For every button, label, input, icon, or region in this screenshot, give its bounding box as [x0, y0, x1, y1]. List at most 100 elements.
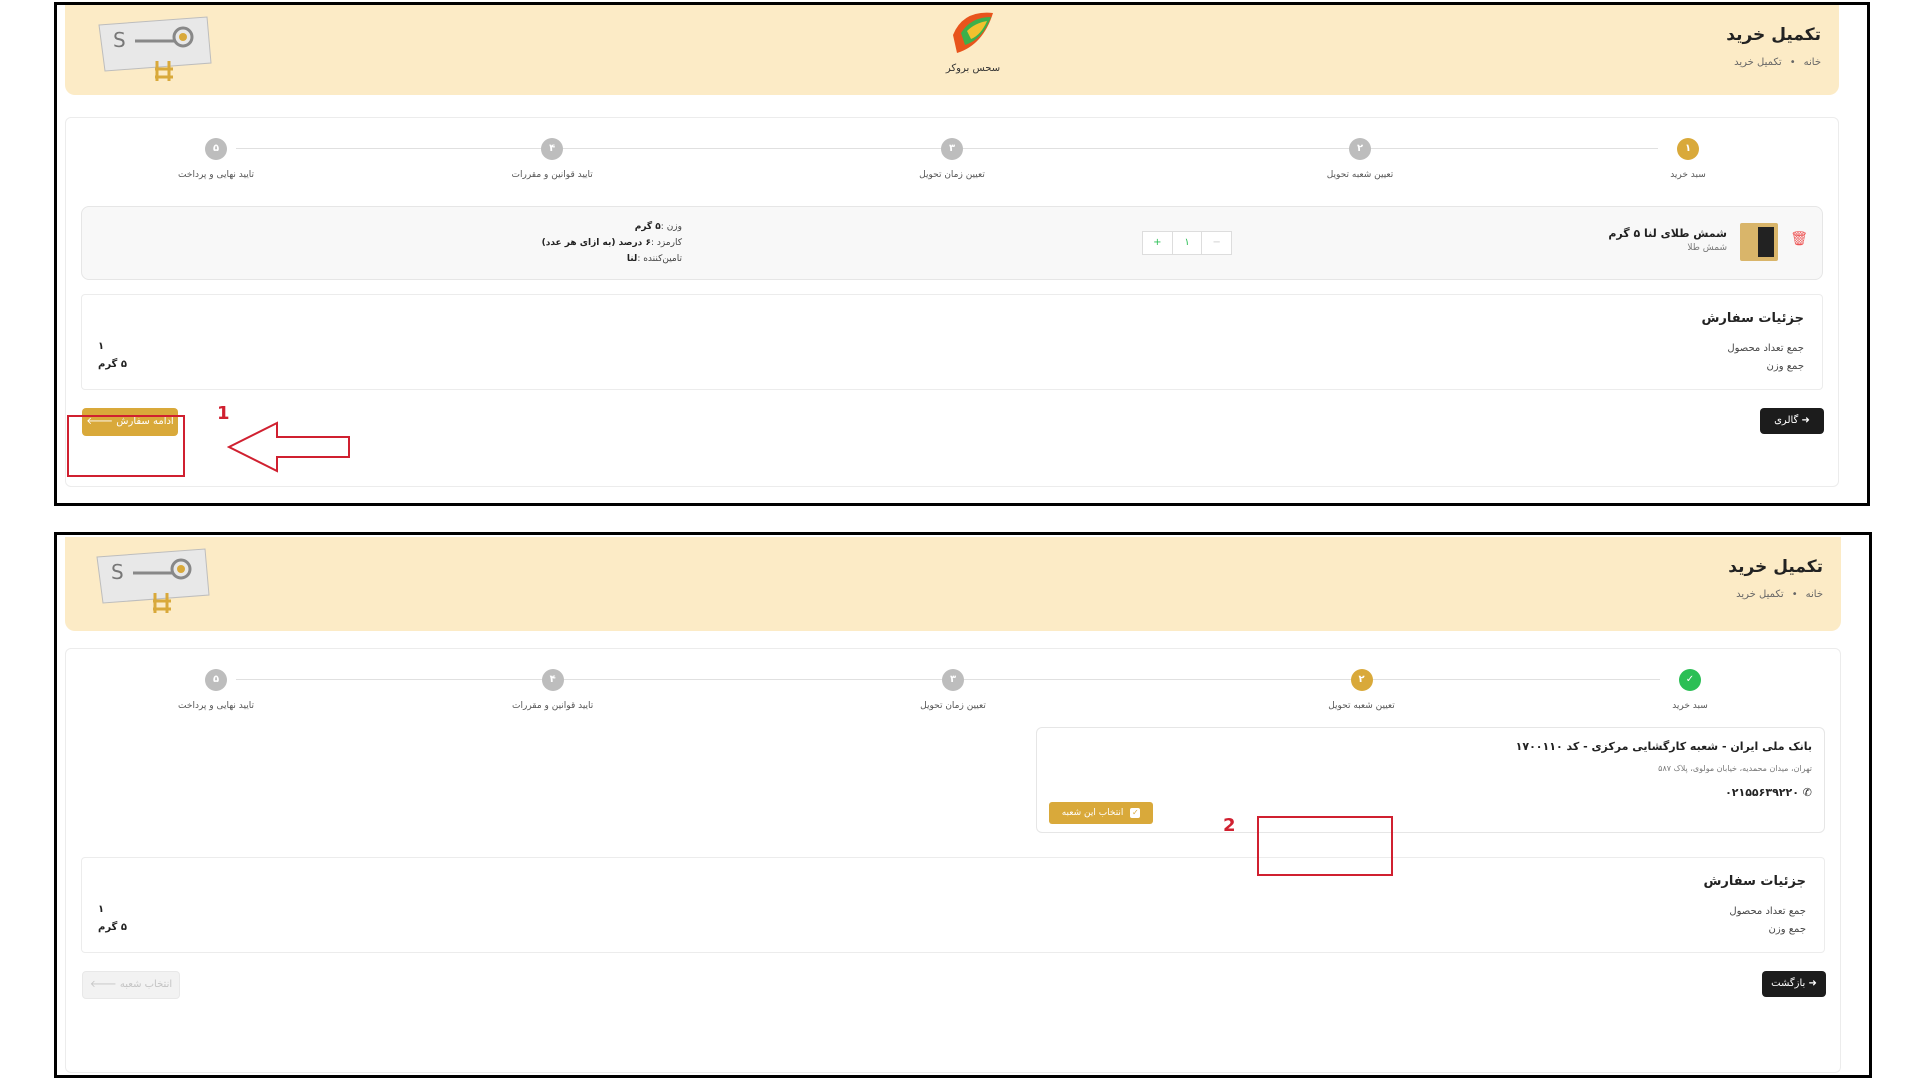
- arrow-left-icon: 🡐: [89, 979, 117, 990]
- plus-button[interactable]: +: [1143, 232, 1172, 254]
- step-label: تعیین شعبه تحویل: [1328, 701, 1395, 711]
- page-title: تکمیل خرید: [1726, 25, 1821, 45]
- step-cart: ۱ سبد خرید: [1628, 138, 1748, 180]
- total-count-label: جمع تعداد محصول: [1727, 343, 1804, 354]
- select-branch-label: انتخاب این شعبه: [1061, 808, 1124, 818]
- total-count-value: ۱: [98, 341, 105, 352]
- branch-address: تهران، میدان محمدیه، خیابان مولوی، پلاک …: [1658, 764, 1812, 773]
- arrow-right-icon: ➜: [1801, 415, 1810, 426]
- quantity-stepper[interactable]: + ۱ −: [1142, 231, 1232, 255]
- product-image: [1740, 223, 1778, 261]
- check-icon: ✓: [1679, 669, 1701, 691]
- darik-logo: S: [96, 548, 210, 613]
- svg-text:S: S: [111, 560, 124, 584]
- weight-label: وزن :: [660, 222, 682, 232]
- step-number: ۴: [541, 669, 564, 691]
- back-button[interactable]: ➜ بازگشت: [1762, 971, 1826, 997]
- cart-item: 🗑 شمش طلای لنا ۵ گرم شمش طلا + ۱ − وزن :…: [81, 206, 1823, 280]
- checkout-stepper: ۱ سبد خرید ۲ تعیین شعبه تحویل ۳ تعیین زم…: [136, 138, 1768, 198]
- back-button-label: بازگشت: [1771, 978, 1806, 989]
- breadcrumb-home[interactable]: خانه: [1804, 57, 1821, 68]
- select-branch-next-label: انتخاب شعبه: [119, 979, 173, 990]
- step-number: ۳: [941, 138, 963, 160]
- step-time: ۳ تعیین زمان تحویل: [892, 138, 1012, 180]
- step-number: ۲: [1350, 669, 1373, 691]
- checkout-card: ✓ سبد خرید ۲ تعیین شعبه تحویل ۳ تعیین زم…: [65, 648, 1841, 1073]
- step-rules: ۴ تایید قوانین و مقررات: [493, 669, 613, 711]
- step-label: تایید نهایی و پرداخت: [178, 701, 254, 711]
- weight-value: ۵ گرم: [634, 222, 661, 232]
- select-branch-button[interactable]: ✓ انتخاب این شعبه: [1049, 802, 1153, 824]
- step-payment: ۵ تایید نهایی و پرداخت: [156, 669, 276, 711]
- breadcrumb: خانه•تکمیل خرید: [1736, 589, 1823, 600]
- product-name: شمش طلای لنا ۵ گرم: [1608, 227, 1727, 240]
- step-number: ۱: [1677, 138, 1699, 160]
- step-number: ۲: [1349, 138, 1371, 160]
- darik-logo: S: [98, 16, 212, 81]
- fee-label: کارمزد :: [650, 238, 682, 248]
- branch-phone-number: ۰۲۱۵۵۶۳۹۲۲۰: [1725, 786, 1799, 799]
- product-category: شمش طلا: [1687, 243, 1727, 253]
- annotation-number: 2: [1223, 815, 1236, 836]
- total-weight-label: جمع وزن: [1768, 924, 1806, 935]
- step-label: تعیین زمان تحویل: [919, 170, 985, 180]
- screenshot-branch-step: S تکمیل خرید خانه•تکمیل خرید ✓ سبد خرید …: [54, 532, 1872, 1078]
- step-label: تایید قوانین و مقررات: [512, 701, 594, 711]
- step-label: سبد خرید: [1670, 170, 1706, 180]
- page-header: S تکمیل خرید خانه•تکمیل خرید: [65, 537, 1841, 631]
- step-branch: ۲ تعیین شعبه تحویل: [1302, 669, 1422, 711]
- branch-phone: ✆ ۰۲۱۵۵۶۳۹۲۲۰: [1725, 786, 1812, 799]
- annotation-arrow: [227, 421, 350, 473]
- product-info: وزن :۵ گرم کارمزد :۶ درصد (به ازای هر عد…: [512, 219, 682, 267]
- page-title: تکمیل خرید: [1728, 557, 1823, 577]
- minus-button[interactable]: −: [1201, 232, 1231, 254]
- step-label: تایید نهایی و پرداخت: [178, 170, 254, 180]
- order-details-title: جزئیات سفارش: [1701, 311, 1804, 326]
- gallery-button[interactable]: ➜ گالری: [1760, 408, 1824, 434]
- step-label: تایید قوانین و مقررات: [511, 170, 593, 180]
- branch-name: بانک ملی ایران - شعبه کارگشایی مرکزی - ک…: [1515, 740, 1812, 753]
- broker-logo: سحس بروکر: [933, 5, 1013, 85]
- annotation-box: [67, 415, 185, 477]
- step-number: ۳: [942, 669, 964, 691]
- branch-card: بانک ملی ایران - شعبه کارگشایی مرکزی - ک…: [1036, 727, 1825, 833]
- step-time: ۳ تعیین زمان تحویل: [893, 669, 1013, 711]
- fee-value: ۶ درصد (به ازای هر عدد): [541, 238, 651, 248]
- step-branch: ۲ تعیین شعبه تحویل: [1300, 138, 1420, 180]
- total-weight-value: ۵ گرم: [98, 359, 127, 370]
- page-header: S سحس بروکر تکمیل خرید خانه•تکمیل خرید: [65, 5, 1839, 95]
- step-number: ۴: [541, 138, 564, 160]
- annotation-box: [1257, 816, 1393, 876]
- order-details: جزئیات سفارش جمع تعداد محصول جمع وزن ۱ ۵…: [81, 857, 1825, 953]
- svg-text:S: S: [113, 28, 126, 52]
- step-label: تعیین زمان تحویل: [920, 701, 986, 711]
- order-details-title: جزئیات سفارش: [1703, 874, 1806, 889]
- breadcrumb-home[interactable]: خانه: [1806, 589, 1823, 600]
- gallery-button-label: گالری: [1774, 415, 1799, 426]
- select-branch-next-button[interactable]: انتخاب شعبه 🡐: [82, 971, 180, 999]
- checkbox-icon: ✓: [1130, 807, 1141, 818]
- total-weight-value: ۵ گرم: [98, 922, 127, 933]
- supplier-value: لنا: [626, 254, 638, 264]
- phone-icon: ✆: [1802, 786, 1812, 799]
- step-label: تعیین شعبه تحویل: [1326, 170, 1394, 180]
- step-number: ۵: [205, 669, 227, 691]
- order-details: جزئیات سفارش جمع تعداد محصول جمع وزن ۱ ۵…: [81, 294, 1823, 390]
- arrow-right-icon: ➜: [1808, 978, 1817, 989]
- total-count-label: جمع تعداد محصول: [1729, 906, 1806, 917]
- breadcrumb: خانه•تکمیل خرید: [1734, 57, 1821, 68]
- breadcrumb-current: تکمیل خرید: [1736, 589, 1784, 600]
- step-number: ۵: [205, 138, 227, 160]
- total-count-value: ۱: [98, 904, 105, 915]
- trash-icon[interactable]: 🗑: [1790, 231, 1808, 247]
- supplier-label: تامین‌کننده :: [637, 254, 682, 264]
- step-payment: ۵ تایید نهایی و پرداخت: [156, 138, 276, 180]
- step-cart: ✓ سبد خرید: [1630, 669, 1750, 711]
- screenshot-cart-step: S سحس بروکر تکمیل خرید خانه•تکمیل خرید ۱…: [54, 2, 1870, 506]
- step-rules: ۴ تایید قوانین و مقررات: [492, 138, 612, 180]
- total-weight-label: جمع وزن: [1766, 361, 1804, 372]
- checkout-stepper: ✓ سبد خرید ۲ تعیین شعبه تحویل ۳ تعیین زم…: [136, 669, 1770, 729]
- step-label: سبد خرید: [1672, 701, 1708, 711]
- breadcrumb-current: تکمیل خرید: [1734, 57, 1782, 68]
- quantity-value: ۱: [1171, 232, 1202, 254]
